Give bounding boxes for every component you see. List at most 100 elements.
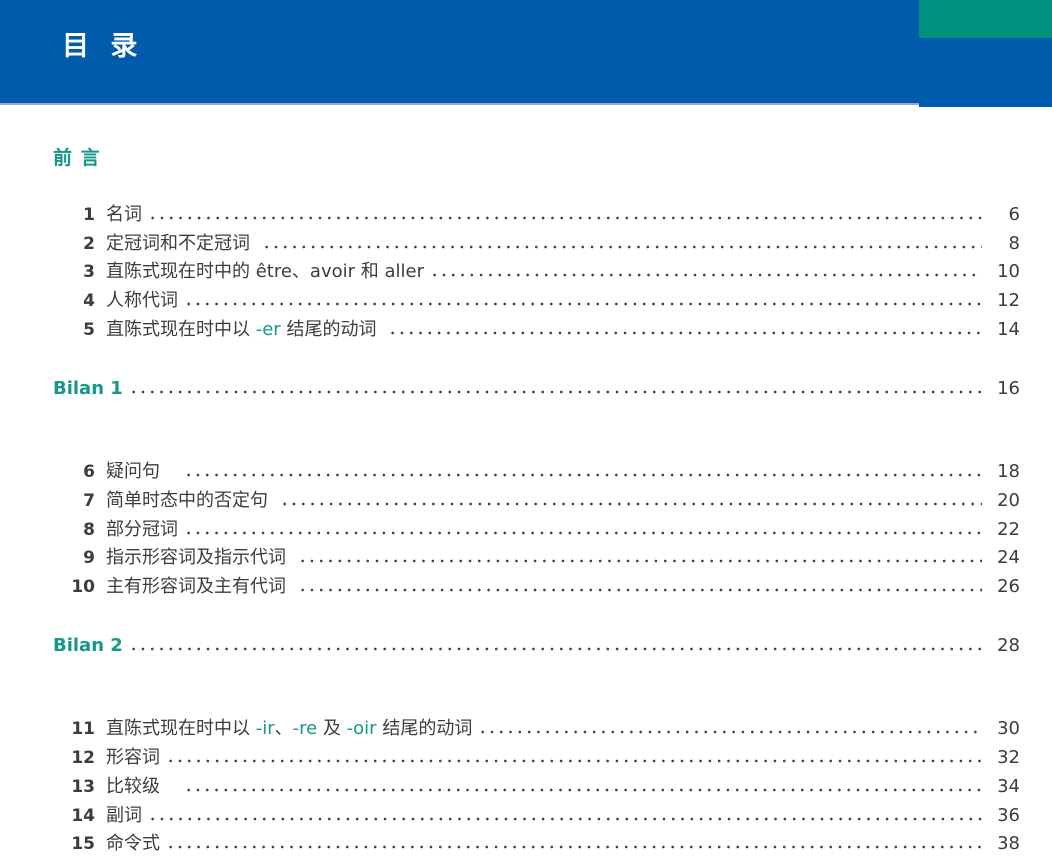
label-text: 比较级 [106,776,178,797]
toc-group: 1名词62定冠词和不定冠词 83直陈式现在时中的 être、avoir 和 al… [53,201,1020,345]
entry-label: 命令式 [106,830,160,858]
entry-label: 副词 [106,802,142,830]
dot-leader [279,502,982,506]
entry-number: 2 [53,231,95,259]
page-number: 34 [990,773,1020,801]
page-header: 目 录 [0,0,1052,107]
page-number: 18 [990,458,1020,486]
dot-leader [183,531,982,535]
entry-number: 14 [53,803,95,831]
label-text: 命令式 [106,833,160,854]
bilan-label: Bilan 2 [53,632,123,660]
toc-entry: 1名词6 [53,201,1020,230]
header-underline [0,103,919,105]
toc-group: 11直陈式现在时中以 -ir、-re 及 -oir 结尾的动词3012形容词32… [53,715,1020,859]
toc-entry: 8 部分冠词 22 [53,516,1020,545]
entry-number: 15 [53,831,95,859]
entry-label: 部分冠词 [106,516,178,544]
toc-page: 目 录 前 言 1名词62定冠词和不定冠词 83直陈式现在时中的 être、av… [0,0,1052,867]
bilan-row: Bilan 2 28 [53,632,1020,660]
page-number: 14 [990,316,1020,344]
page-number: 22 [990,516,1020,544]
page-title: 目 录 [62,24,143,63]
toc-entry: 11 直陈式现在时中以 -ir、-re 及 -oir 结尾的动词 30 [53,715,1020,744]
label-text: 直陈式现在时中以 [106,718,256,739]
entry-label: 名词 [106,201,142,229]
entry-label: 定冠词和不定冠词 [106,230,256,258]
toc-entry: 14 副词 36 [53,802,1020,831]
entry-label: 简单时态中的否定句 [106,487,274,515]
label-text: 定冠词和不定冠词 [106,233,256,254]
dot-leader [261,245,982,249]
bilan-label: Bilan 1 [53,375,123,403]
toc-entry: 15 命令式 38 [53,830,1020,859]
entry-label: 比较级 [106,773,178,801]
label-text: 简单时态中的否定句 [106,490,274,511]
entry-label: 形容词 [106,744,160,772]
entry-label: 人称代词 [106,287,178,315]
entry-number: 12 [53,745,95,773]
dot-leader [297,559,982,563]
dot-leader [183,473,982,477]
page-number: 36 [990,802,1020,830]
entry-number: 10 [53,574,95,602]
entry-number: 11 [53,716,95,744]
dot-leader [477,730,982,734]
preface-heading: 前 言 [53,147,1020,169]
french-suffix-text: -oir [347,718,377,739]
label-text: 及 [317,718,346,739]
label-text: 结尾的动词 [377,718,473,739]
toc-content: 前 言 1名词62定冠词和不定冠词 83直陈式现在时中的 être、avoir … [0,107,1052,859]
toc-entry: 2 定冠词和不定冠词 8 [53,230,1020,259]
toc-entry: 7 简单时态中的否定句 20 [53,487,1020,516]
label-text: 结尾的动词 [281,319,382,340]
label-text: 直陈式现在时中以 [106,319,256,340]
entry-number: 13 [53,774,95,802]
bilan-row: Bilan 1 16 [53,375,1020,403]
label-text: 部分冠词 [106,519,178,540]
entry-label: 直陈式现在时中以 -er 结尾的动词 [106,316,382,344]
toc-entry: 13 比较级 34 [53,773,1020,802]
dot-leader [297,588,982,592]
label-text: 主有形容词及主有代词 [106,576,292,597]
entry-number: 5 [53,317,95,345]
page-number: 24 [990,544,1020,572]
dot-leader [387,331,982,335]
label-text: 名词 [106,204,142,225]
toc-entry: 12形容词32 [53,744,1020,773]
entry-label: 指示形容词及指示代词 [106,544,292,572]
dot-leader [183,302,982,306]
label-text: 直陈式现在时中的 être、avoir 和 aller [106,261,424,282]
entry-number: 1 [53,202,95,230]
toc-entry: 10 主有形容词及主有代词 26 [53,573,1020,602]
toc-entry: 6疑问句 18 [53,458,1020,487]
dot-leader [128,390,982,394]
label-text: 指示形容词及指示代词 [106,547,292,568]
entry-label: 疑问句 [106,458,178,486]
entry-number: 7 [53,488,95,516]
page-number: 20 [990,487,1020,515]
entry-label: 直陈式现在时中以 -ir、-re 及 -oir 结尾的动词 [106,715,472,743]
entry-label: 直陈式现在时中的 être、avoir 和 aller [106,258,424,286]
dot-leader [165,759,982,763]
dot-leader [165,845,982,849]
page-number: 16 [990,375,1020,403]
label-text: 形容词 [106,747,160,768]
entry-label: 主有形容词及主有代词 [106,573,292,601]
dot-leader [183,788,982,792]
page-number: 30 [990,715,1020,743]
entry-number: 4 [53,288,95,316]
dot-leader [147,216,982,220]
french-suffix-text: -er [256,319,281,340]
page-number: 26 [990,573,1020,601]
toc-group: 6疑问句 187 简单时态中的否定句 20 8 部分冠词 229指示形容词及指示代词 2… [53,458,1020,602]
page-number: 38 [990,830,1020,858]
entry-number: 3 [53,259,95,287]
page-number: 12 [990,287,1020,315]
toc: 1名词62定冠词和不定冠词 83直陈式现在时中的 être、avoir 和 al… [53,201,1020,859]
entry-number: 8 [53,517,95,545]
page-number: 8 [990,230,1020,258]
toc-entry: 9指示形容词及指示代词 24 [53,544,1020,573]
toc-entry: 4 人称代词 12 [53,287,1020,316]
page-number: 28 [990,632,1020,660]
